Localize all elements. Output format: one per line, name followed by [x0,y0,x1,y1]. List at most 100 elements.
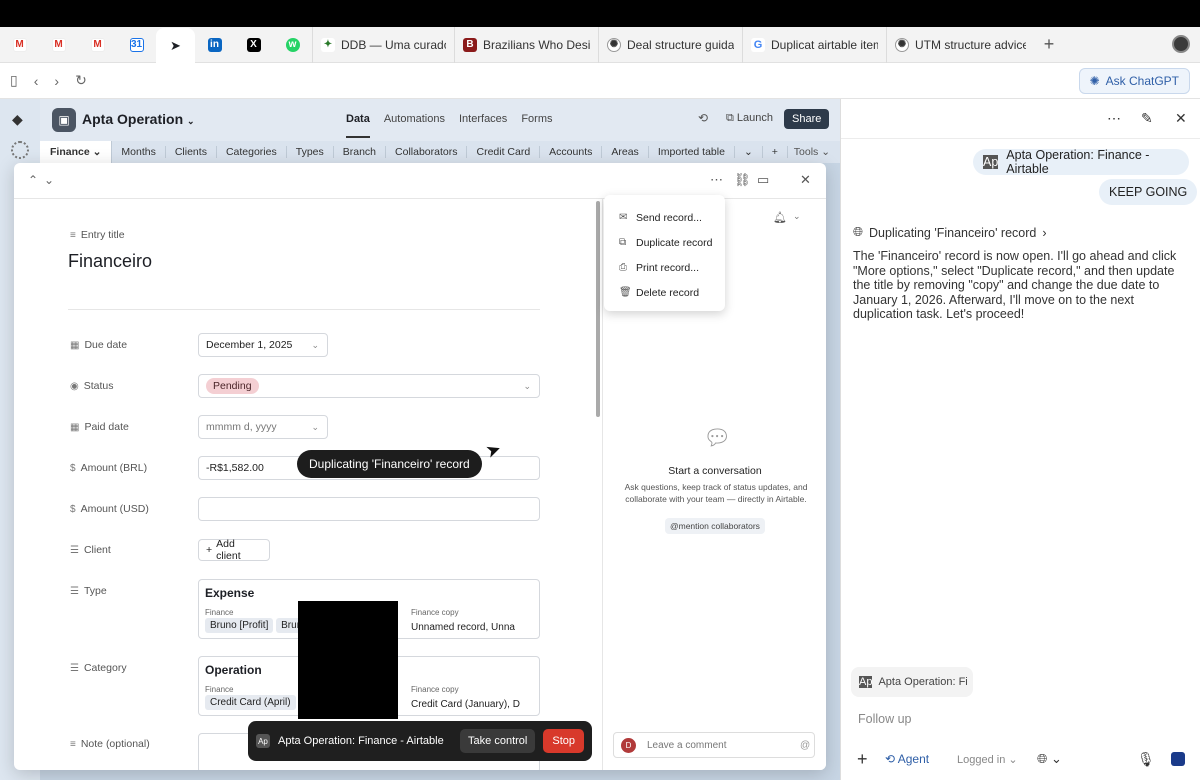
plus-icon[interactable]: + [857,749,868,770]
tab-brazilians[interactable]: B Brazilians Who Desig [454,26,598,63]
chevron-down-icon: ⌄ [523,381,531,391]
category-label: ☰ Category [70,662,127,674]
launch-button[interactable]: ⧉ Launch [726,112,773,125]
mention-collaborators-button[interactable]: @mention collaborators [665,518,765,534]
context-chip[interactable]: Ap Apta Operation: Fi [851,667,973,697]
forward-arrow-icon[interactable]: › [54,73,59,89]
nav-automations[interactable]: Automations [384,113,445,138]
back-arrow-icon[interactable]: ‹ [34,73,39,89]
launch-label: Launch [736,112,774,124]
table-tab-credit-card[interactable]: Credit Card [467,146,541,158]
table-tab-clients[interactable]: Clients [166,146,217,158]
record-modal-header: ⌃⌄ ⋯ ⛓ ▭ ✕ [14,163,826,199]
agent-step-line[interactable]: 🌐︎ Duplicating 'Financeiro' record › [853,225,1047,240]
stop-button[interactable]: Stop [543,729,584,753]
status-select[interactable]: Pending ⌄ [198,374,540,398]
tools-menu[interactable]: Tools ⌄ [794,146,830,158]
table-tab-categories[interactable]: Categories [217,146,287,158]
launch-icon: ⧉ [726,112,734,124]
category-card-right-value: Credit Card (January), D [411,699,520,710]
printer-icon: ⎙ [619,262,627,273]
tab-calendar[interactable]: 31 [117,27,156,63]
table-tab-months[interactable]: Months [112,146,166,158]
table-tab-collaborators[interactable]: Collaborators [386,146,468,158]
linked-chip: Credit Card (April) [205,695,296,710]
record-nav-arrows[interactable]: ⌃⌄ [28,173,60,187]
trash-icon: 🗑︎ [619,287,632,298]
menu-print-record[interactable]: ⎙ Print record... [604,255,725,280]
new-tab-plus-icon[interactable]: + [1034,34,1064,55]
tab-gmail-3[interactable]: M [78,27,117,63]
tab-duplicat-airtable[interactable]: G Duplicat airtable item [742,26,886,63]
new-chat-icon[interactable]: ✎ [1141,110,1153,127]
close-icon[interactable]: ✕ [1175,110,1187,127]
workspace-icon[interactable] [11,141,29,159]
tab-deal-structure[interactable]: ✺ Deal structure guidan [598,26,742,63]
tab-label: UTM structure advice [915,37,1026,52]
nav-interfaces[interactable]: Interfaces [459,113,507,138]
menu-duplicate-record[interactable]: ⧉ Duplicate record [604,230,725,255]
profile-avatar[interactable] [1172,35,1190,53]
airtable-app: ◆ ▣ Apta Operation ⌄ Data Automations In… [0,99,840,780]
tab-whatsapp[interactable]: w [273,27,312,63]
due-date-input[interactable]: December 1, 2025 ⌄ [198,333,328,357]
record-title[interactable]: Financeiro [68,251,152,272]
table-tab-finance[interactable]: Finance ⌄ [40,141,113,163]
tab-label: Brazilians Who Desig [483,37,590,52]
screen-top-strip [0,0,1200,27]
add-table-plus-icon[interactable]: + [763,146,788,158]
link-field-icon: ☰ [70,585,79,597]
text-field-icon: ≡ [70,738,76,750]
scrollbar[interactable] [596,201,600,417]
microphone-icon[interactable]: 🎙︎ [1137,751,1155,768]
more-tables-chevron-icon[interactable]: ⌄ [735,146,763,158]
tab-gmail-1[interactable]: M [0,27,39,63]
sidebar-toggle-icon[interactable]: ▯ [10,72,18,89]
tab-utm-structure[interactable]: ✺ UTM structure advice [886,26,1034,63]
tab-x[interactable]: X [234,27,273,63]
menu-send-record[interactable]: ✉ Send record... [604,205,725,230]
stop-agent-icon[interactable] [1171,752,1185,766]
nav-data[interactable]: Data [346,113,370,138]
more-options-icon[interactable]: ⋯ [710,172,723,188]
tab-active-agent[interactable]: ➤ [156,27,195,64]
paid-date-input[interactable]: mmmm d, yyyy ⌄ [198,415,328,439]
globe-icon[interactable]: 🌐︎ ⌄ [1037,751,1062,767]
bell-icon[interactable]: 🔔︎ [773,211,787,224]
airtable-logo-icon[interactable]: ◆ [12,111,23,128]
more-options-icon[interactable]: ⋯ [1107,110,1121,127]
comments-toggle-icon[interactable]: ▭ [757,172,769,188]
menu-delete-record[interactable]: 🗑︎ Delete record [604,280,725,305]
share-button[interactable]: Share [784,109,830,129]
table-tab-branch[interactable]: Branch [334,146,387,158]
base-name[interactable]: Apta Operation ⌄ [82,111,195,127]
table-tab-accounts[interactable]: Accounts [540,146,603,158]
history-icon[interactable]: ⟲ [698,111,708,125]
agent-mode-button[interactable]: ⟲ Agent [885,752,929,766]
tab-linkedin[interactable]: in [195,27,234,63]
ask-chatgpt-button[interactable]: ✺ Ask ChatGPT [1078,68,1190,94]
copy-link-icon[interactable]: ⛓ [734,172,751,188]
tab-ddb[interactable]: ✦ DDB — Uma curadori [312,26,454,63]
chat-bubbles-icon: 💬︎ [703,425,731,450]
reload-icon[interactable]: ↻ [75,72,87,89]
amount-usd-input[interactable] [198,497,540,521]
take-control-button[interactable]: Take control [460,729,536,753]
table-tab-areas[interactable]: Areas [602,146,649,158]
followup-input[interactable]: Follow up [858,712,912,726]
close-icon[interactable]: ✕ [800,172,811,188]
table-tab-imported-table[interactable]: Imported table [649,146,735,158]
envelope-icon: ✉ [619,212,628,223]
nav-forms[interactable]: Forms [521,113,552,138]
comment-input[interactable]: D Leave a comment @ [613,732,815,758]
tab-gmail-2[interactable]: M [39,27,78,63]
add-client-button[interactable]: + Add client [198,538,270,562]
calendar-icon: ▦ [70,421,80,433]
table-tab-types[interactable]: Types [287,146,334,158]
chevron-down-icon[interactable]: ⌄ [793,211,801,222]
logged-in-dropdown[interactable]: Logged in ⌄ [957,753,1018,766]
amount-usd-label: $ Amount (USD) [70,503,149,515]
due-date-label-text: Due date [84,339,128,351]
mention-icon[interactable]: @ [800,740,810,751]
chevron-down-icon: ⌄ [187,116,195,126]
